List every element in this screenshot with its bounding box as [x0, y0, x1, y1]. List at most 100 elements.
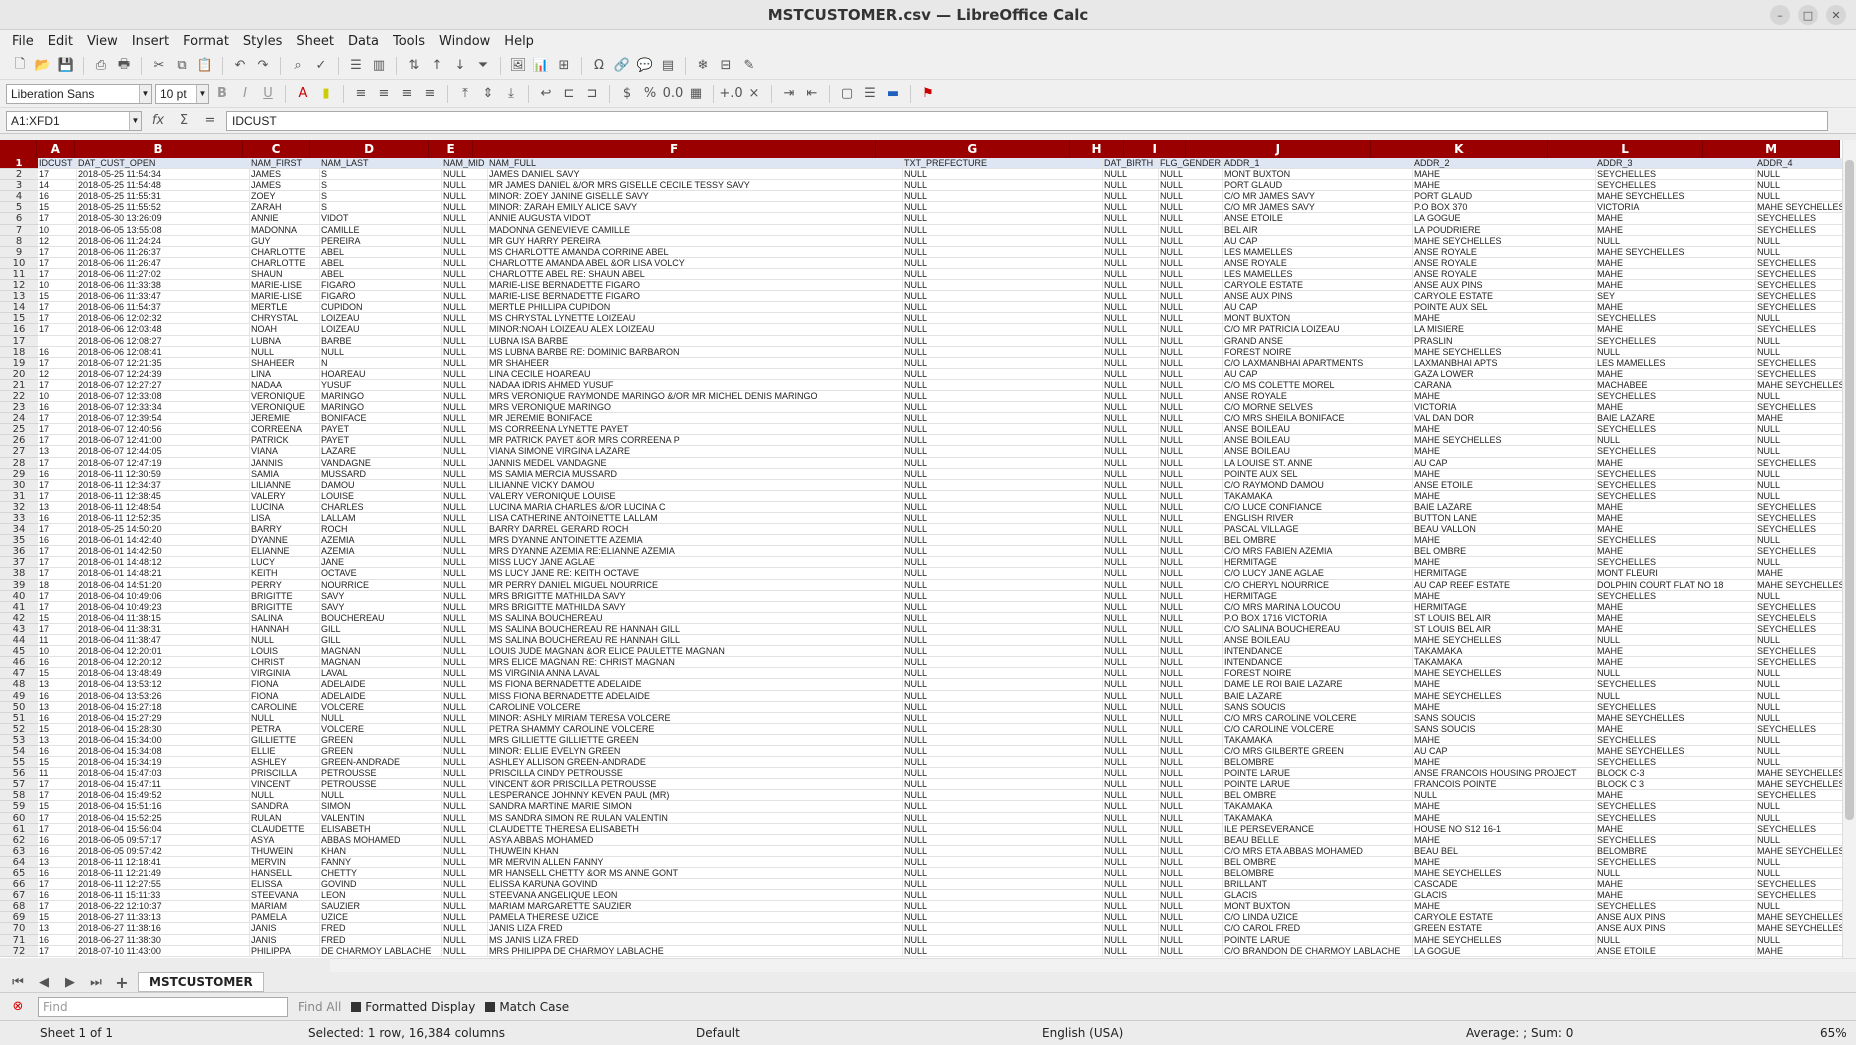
table-cell[interactable]: BARRY: [250, 524, 320, 535]
table-cell[interactable]: NULL: [1159, 812, 1223, 823]
table-cell[interactable]: NULL: [1756, 857, 1856, 867]
table-cell[interactable]: MAHE: [1596, 546, 1756, 557]
table-cell[interactable]: MARIE-LISE: [250, 291, 320, 302]
table-cell[interactable]: NULL: [1159, 213, 1223, 224]
table-cell[interactable]: NULL: [1103, 513, 1159, 524]
table-cell[interactable]: NULL: [903, 291, 1103, 302]
table-cell[interactable]: NULL: [903, 701, 1103, 712]
table-cell[interactable]: SEYCHELLES: [1756, 524, 1856, 534]
table-cell[interactable]: LUBNA: [250, 335, 320, 346]
find-input[interactable]: Find: [38, 996, 288, 1017]
table-cell[interactable]: NULL: [1103, 524, 1159, 535]
column-header[interactable]: E: [429, 140, 474, 158]
table-cell[interactable]: NULL: [903, 823, 1103, 834]
table-cell[interactable]: 2018-06-04 15:52:25: [77, 812, 250, 823]
table-cell[interactable]: NULL: [903, 379, 1103, 390]
table-cell[interactable]: NULL: [1103, 224, 1159, 235]
table-cell[interactable]: MAGNAN: [320, 657, 442, 668]
table-row[interactable]: 17 2018-06-06 11:27:02 SHAUN ABEL NULL CHARLO…: [38, 268, 1856, 281]
table-cell[interactable]: NULL: [1159, 779, 1223, 790]
table-cell[interactable]: NULL: [442, 191, 488, 202]
table-cell[interactable]: NAM_LAST: [320, 158, 442, 169]
delete-decimal-icon[interactable]: ×: [744, 84, 764, 104]
row-header[interactable]: 54: [0, 745, 38, 758]
table-cell[interactable]: NULL: [442, 546, 488, 557]
merge-cells-icon[interactable]: ⊏: [559, 84, 579, 104]
first-sheet-icon[interactable]: ⏮: [8, 972, 28, 992]
table-cell[interactable]: CORREENA: [250, 424, 320, 435]
table-cell[interactable]: SEYCHELLES: [1596, 856, 1756, 867]
table-cell[interactable]: NULL: [442, 701, 488, 712]
table-cell[interactable]: 2018-06-07 12:40:56: [77, 424, 250, 435]
table-cell[interactable]: NAM_MID: [442, 158, 488, 169]
table-cell[interactable]: NULL: [442, 479, 488, 490]
row-header[interactable]: 42: [0, 612, 38, 624]
table-cell[interactable]: 2018-06-06 11:24:24: [77, 235, 250, 246]
table-cell[interactable]: 17: [38, 479, 77, 490]
table-cell[interactable]: 2018-06-06 11:54:37: [77, 302, 250, 313]
table-cell[interactable]: NULL: [1596, 235, 1756, 246]
row-header[interactable]: 51: [0, 712, 38, 724]
table-cell[interactable]: NULL: [903, 623, 1103, 635]
table-cell[interactable]: NULL: [442, 879, 488, 890]
table-cell[interactable]: NULL: [1103, 612, 1159, 623]
table-cell[interactable]: NULL: [903, 757, 1103, 768]
table-cell[interactable]: VERONIQUE: [250, 402, 320, 413]
table-cell[interactable]: NULL: [1756, 480, 1856, 490]
table-cell[interactable]: NULL: [1103, 635, 1159, 646]
table-cell[interactable]: 16: [38, 834, 77, 845]
table-cell[interactable]: MAHE: [1596, 268, 1756, 280]
table-row[interactable]: 15 2018-05-25 11:55:52 ZARAH S NULL MINOR: ZA…: [38, 202, 1856, 214]
table-cell[interactable]: ASYA ABBAS MOHAMED: [488, 834, 903, 845]
menu-sheet[interactable]: Sheet: [290, 32, 340, 51]
border-color-icon[interactable]: ▬: [883, 84, 903, 104]
table-cell[interactable]: STEEVANA: [250, 890, 320, 901]
table-cell[interactable]: NULL: [1756, 713, 1856, 723]
table-cell[interactable]: NULL: [903, 413, 1103, 424]
table-cell[interactable]: MS CHARLOTTE AMANDA CORRINE ABEL: [488, 246, 903, 257]
table-row[interactable]: 17 2018-07-10 11:43:00 PHILIPPA DE CHARMOY …: [38, 945, 1856, 957]
underline-icon[interactable]: U: [258, 84, 278, 104]
table-cell[interactable]: NULL: [1756, 679, 1856, 689]
table-cell[interactable]: 16: [38, 402, 77, 413]
table-cell[interactable]: NULL: [1103, 424, 1159, 435]
table-cell[interactable]: NULL: [1159, 535, 1223, 546]
table-cell[interactable]: JANNIS MEDEL VANDAGNE: [488, 457, 903, 468]
table-cell[interactable]: NULL: [1103, 280, 1159, 291]
table-cell[interactable]: DYANNE: [250, 535, 320, 546]
table-cell[interactable]: ABEL: [320, 246, 442, 257]
table-cell[interactable]: NULL: [1159, 202, 1223, 213]
table-cell[interactable]: CAROLINE: [250, 701, 320, 712]
header-row[interactable]: IDCUST DAT_CUST_OPEN NAM_FIRST NAM_LAST NAM_…: [38, 158, 1856, 170]
table-cell[interactable]: NULL: [1159, 302, 1223, 313]
table-cell[interactable]: THUWEIN: [250, 845, 320, 856]
table-cell[interactable]: NULL: [1103, 501, 1159, 512]
row-header[interactable]: 2: [0, 169, 38, 181]
table-cell[interactable]: 2018-06-07 12:33:34: [77, 402, 250, 413]
horizontal-scrollbar[interactable]: [330, 958, 1856, 972]
table-cell[interactable]: 2018-06-04 12:20:12: [77, 657, 250, 668]
table-cell[interactable]: LOIZEAU: [320, 313, 442, 324]
table-cell[interactable]: NULL: [1159, 668, 1223, 679]
align-top-icon[interactable]: ⤒: [455, 84, 475, 104]
column-header[interactable]: B: [75, 140, 243, 158]
table-cell[interactable]: 2018-06-06 11:27:02: [77, 268, 250, 280]
table-cell[interactable]: MAHE: [1596, 646, 1756, 657]
table-cell[interactable]: LUCINA MARIA CHARLES &/OR LUCINA C: [488, 501, 903, 512]
table-cell[interactable]: SEYCHELLES: [1596, 590, 1756, 601]
table-cell[interactable]: 2018-05-25 11:55:31: [77, 191, 250, 202]
table-cell[interactable]: MS CORREENA LYNETTE PAYET: [488, 424, 903, 435]
table-row[interactable]: 13 2018-06-11 12:48:54 LUCINA CHARLES NULL LU…: [38, 501, 1856, 513]
table-cell[interactable]: MARIE-LISE BERNADETTE FIGARO: [488, 280, 903, 291]
table-cell[interactable]: NULL: [442, 945, 488, 956]
table-cell[interactable]: 15: [38, 723, 77, 734]
table-cell[interactable]: NULL: [442, 579, 488, 590]
table-cell[interactable]: MAHE SEYCHELLES: [1413, 868, 1596, 879]
table-cell[interactable]: NULL: [442, 923, 488, 934]
row-header[interactable]: 68: [0, 901, 38, 913]
new-icon[interactable]: 🗋: [10, 56, 30, 76]
table-cell[interactable]: 16: [38, 712, 77, 723]
table-cell[interactable]: 2018-06-01 14:48:21: [77, 568, 250, 579]
table-row[interactable]: 17 2018-06-04 10:49:06 BRIGITTE SAVY NULL MRS…: [38, 590, 1856, 602]
table-cell[interactable]: 2018-06-04 15:34:08: [77, 745, 250, 757]
